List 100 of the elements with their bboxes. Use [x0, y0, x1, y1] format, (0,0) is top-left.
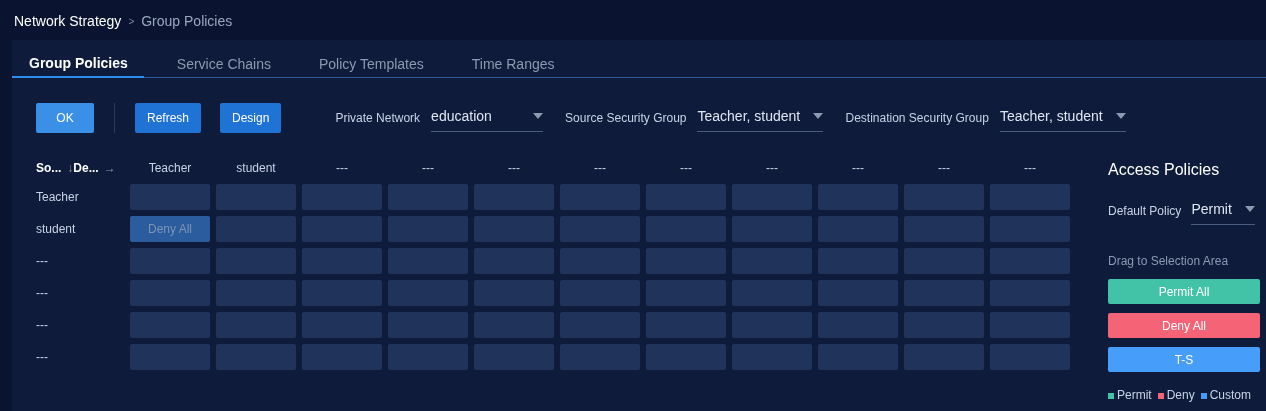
caret-icon [1115, 113, 1126, 119]
matrix-cell[interactable] [646, 248, 726, 274]
matrix-cell[interactable] [732, 184, 812, 210]
matrix-cell[interactable] [302, 312, 382, 338]
matrix-cell[interactable] [560, 216, 640, 242]
toolbar-button[interactable]: Refresh [135, 103, 202, 133]
column-header: --- [766, 160, 778, 177]
matrix-cell[interactable] [474, 312, 554, 338]
legend-label: Permit [1117, 389, 1152, 402]
row-header: --- [36, 285, 48, 302]
breadcrumb-item[interactable]: Network Strategy [14, 11, 122, 32]
matrix-cell[interactable] [302, 344, 382, 370]
toolbar-button[interactable]: OK [36, 103, 94, 133]
tab[interactable]: Service Chains [176, 40, 271, 78]
breadcrumb-item: Group Policies [141, 12, 233, 31]
matrix-cell[interactable] [302, 248, 382, 274]
matrix-cell[interactable] [474, 184, 554, 210]
matrix-cell[interactable] [818, 248, 898, 274]
matrix-cell[interactable] [732, 344, 812, 370]
matrix-cell[interactable] [990, 216, 1070, 242]
matrix-cell[interactable] [388, 248, 468, 274]
matrix-cell[interactable] [216, 184, 296, 210]
matrix-cell[interactable] [216, 312, 296, 338]
matrix-cell[interactable] [560, 280, 640, 306]
matrix-cell[interactable] [990, 248, 1070, 274]
matrix-cell[interactable] [990, 344, 1070, 370]
tab[interactable]: Group Policies [12, 40, 144, 78]
matrix-cell[interactable] [474, 280, 554, 306]
tab[interactable]: Policy Templates [318, 40, 424, 78]
matrix-cell[interactable] [818, 312, 898, 338]
matrix-cell[interactable] [130, 248, 210, 274]
matrix-cell[interactable] [130, 312, 210, 338]
column-header: --- [594, 160, 606, 177]
matrix-cell[interactable] [732, 248, 812, 274]
matrix-cell[interactable] [904, 248, 984, 274]
matrix-cell[interactable] [474, 344, 554, 370]
column-header: --- [680, 160, 692, 177]
matrix-cell[interactable] [216, 280, 296, 306]
matrix-cell[interactable] [130, 184, 210, 210]
column-header: So... [36, 160, 62, 177]
matrix-cell[interactable] [302, 280, 382, 306]
matrix-cell[interactable] [216, 216, 296, 242]
dropdown[interactable]: education [431, 103, 544, 132]
matrix-cell[interactable] [388, 312, 468, 338]
dropdown[interactable]: Permit [1191, 196, 1256, 225]
legend-label: Custom [1209, 389, 1252, 402]
matrix-cell[interactable] [818, 184, 898, 210]
tab[interactable]: Time Ranges [471, 40, 555, 78]
matrix-cell[interactable] [560, 184, 640, 210]
matrix-cell[interactable] [646, 312, 726, 338]
matrix-cell[interactable] [904, 184, 984, 210]
column-header: --- [508, 160, 520, 177]
field-label: Default Policy [1108, 202, 1182, 220]
matrix-cell[interactable] [904, 216, 984, 242]
matrix-cell[interactable] [646, 344, 726, 370]
matrix-cell[interactable] [904, 280, 984, 306]
matrix-cell[interactable] [732, 312, 812, 338]
matrix-cell[interactable] [818, 216, 898, 242]
matrix-cell[interactable] [302, 216, 382, 242]
field-label: Private Network [335, 109, 421, 127]
toolbar-button[interactable]: Design [220, 103, 282, 133]
matrix-cell[interactable] [130, 344, 210, 370]
matrix-cell[interactable] [646, 280, 726, 306]
column-header: --- [1024, 160, 1036, 177]
matrix-cell[interactable] [818, 280, 898, 306]
matrix-cell[interactable] [474, 248, 554, 274]
matrix-cell[interactable] [388, 280, 468, 306]
matrix-cell[interactable] [388, 184, 468, 210]
matrix-cell[interactable] [990, 184, 1070, 210]
matrix-cell[interactable] [216, 344, 296, 370]
matrix-cell[interactable] [388, 216, 468, 242]
row-header: --- [36, 317, 48, 334]
matrix-cell[interactable] [646, 216, 726, 242]
matrix-cell[interactable] [732, 280, 812, 306]
matrix-cell[interactable] [990, 280, 1070, 306]
dropdown[interactable]: Teacher, student [999, 103, 1126, 132]
matrix-cell[interactable] [646, 184, 726, 210]
arrow-icon: ↓ [67, 159, 74, 177]
matrix-cell[interactable] [904, 344, 984, 370]
matrix-cell[interactable] [560, 312, 640, 338]
column-header: De... [73, 160, 99, 177]
column-header: student [236, 160, 276, 177]
matrix-cell[interactable] [732, 216, 812, 242]
matrix-cell[interactable] [474, 216, 554, 242]
caret-icon [1245, 206, 1256, 212]
matrix-cell[interactable] [560, 344, 640, 370]
field-label: Source Security Group [565, 109, 687, 127]
panel-title: Access Policies [1108, 160, 1221, 180]
matrix-cell[interactable] [388, 344, 468, 370]
row-header: --- [36, 253, 48, 270]
matrix-cell[interactable] [904, 312, 984, 338]
matrix-cell[interactable] [560, 248, 640, 274]
matrix-cell[interactable] [302, 184, 382, 210]
dropdown[interactable]: Teacher, student [697, 103, 824, 132]
matrix-cell[interactable] [130, 280, 210, 306]
matrix-cell[interactable] [216, 248, 296, 274]
column-header: --- [938, 160, 950, 177]
matrix-cell[interactable] [990, 312, 1070, 338]
matrix-cell[interactable] [818, 344, 898, 370]
field-label: Destination Security Group [845, 109, 989, 127]
